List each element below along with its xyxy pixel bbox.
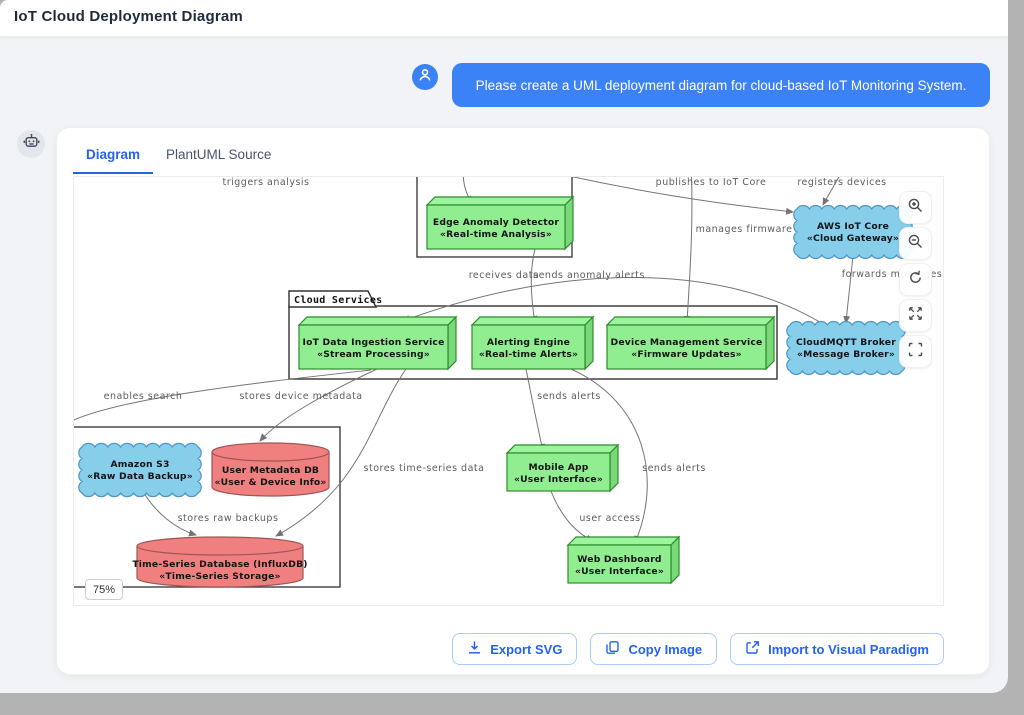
edge-label: publishes to IoT Core <box>656 177 767 188</box>
node-mobile-app: Mobile App«User Interface» <box>507 445 618 491</box>
zoom-controls <box>899 191 932 368</box>
node-label: «User & Device Info» <box>214 477 326 488</box>
expand-icon <box>907 305 924 327</box>
zoom-in-button[interactable] <box>899 191 932 224</box>
tab-diagram[interactable]: Diagram <box>73 138 153 174</box>
page: { "window": { "title": "IoT Cloud Deploy… <box>0 0 1024 715</box>
node-label: «User Interface» <box>575 566 664 577</box>
export-svg-button[interactable]: Export SVG <box>452 633 577 665</box>
node-label: Web Dashboard <box>577 554 661 565</box>
forwards-messages-edge <box>846 255 853 323</box>
node-amazon-s3: Amazon S3«Raw Data Backup» <box>79 443 201 496</box>
zoom-level-badge: 75% <box>85 579 123 600</box>
node-label: «Real-time Analysis» <box>440 229 552 240</box>
node-device-management-service: Device Management Service«Firmware Updat… <box>607 317 774 369</box>
uml-diagram-canvas[interactable]: Cloud ServicesEdge Anomaly Detector«Real… <box>74 177 944 606</box>
action-button-row: Export SVG Copy Image Import to Visual Par… <box>452 633 944 665</box>
user-avatar <box>412 64 438 90</box>
response-card: DiagramPlantUML Source Cloud Services Edg… <box>56 127 990 675</box>
edge-label: sends alerts <box>537 391 601 402</box>
copy-icon <box>605 640 620 658</box>
edge-label: manages firmware <box>696 224 793 235</box>
diagram-viewport[interactable]: Cloud ServicesEdge Anomaly Detector«Real… <box>73 176 944 606</box>
edge-label: stores raw backups <box>178 513 279 524</box>
download-icon <box>467 640 482 658</box>
node-label: User Metadata DB <box>222 465 319 476</box>
node-label: Amazon S3 <box>110 459 169 470</box>
node-label: «Real-time Alerts» <box>479 349 578 360</box>
edge-label: receives data <box>469 270 540 281</box>
tab-bar: DiagramPlantUML Source <box>73 138 284 174</box>
node-label: «Message Broker» <box>797 349 895 360</box>
node-cloudmqtt-broker: CloudMQTT Broker«Message Broker» <box>787 322 905 375</box>
zoom-in-icon <box>907 197 924 219</box>
edge-label: stores time-series data <box>364 463 485 474</box>
node-label: «Time-Series Storage» <box>159 571 280 582</box>
user-icon <box>417 67 433 88</box>
bot-avatar <box>17 130 45 158</box>
fit-screen-icon <box>907 341 924 363</box>
zoom-out-button[interactable] <box>899 227 932 260</box>
node-label: Edge Anomaly Detector <box>433 217 560 228</box>
external-link-icon <box>745 640 760 658</box>
edge-label: registers devices <box>797 177 886 188</box>
edge-label: sends anomaly alerts <box>533 270 645 281</box>
node-user-metadata-db: User Metadata DB«User & Device Info» <box>212 443 329 496</box>
app-window: IoT Cloud Deployment Diagram Please crea… <box>0 0 1008 693</box>
app-header: IoT Cloud Deployment Diagram <box>0 0 1008 37</box>
edge-label: stores device metadata <box>239 391 362 402</box>
edge-label: triggers analysis <box>222 177 309 188</box>
node-label: IoT Data Ingestion Service <box>302 337 444 348</box>
node-time-series-db: Time-Series Database (InfluxDB)«Time-Ser… <box>132 537 307 587</box>
package-label: Cloud Services <box>294 294 383 306</box>
reset-view-icon <box>907 269 924 291</box>
node-iot-data-ingestion-service: IoT Data Ingestion Service«Stream Proces… <box>299 317 456 369</box>
user-chat-bubble: Please create a UML deployment diagram f… <box>452 63 990 107</box>
expand-button[interactable] <box>899 299 932 332</box>
robot-icon <box>23 133 40 155</box>
sends-alerts-mobile-edge <box>526 369 543 451</box>
node-label: «Stream Processing» <box>317 349 430 360</box>
node-label: AWS IoT Core <box>817 221 889 232</box>
node-label: Mobile App <box>528 462 588 473</box>
fit-screen-button[interactable] <box>899 335 932 368</box>
import-to-visual-paradigm-button[interactable]: Import to Visual Paradigm <box>730 633 944 665</box>
node-label: Time-Series Database (InfluxDB) <box>132 559 307 570</box>
reset-view-button[interactable] <box>899 263 932 296</box>
node-label: «Cloud Gateway» <box>807 233 899 244</box>
node-label: «Firmware Updates» <box>631 349 742 360</box>
edge-label: user access <box>579 513 640 524</box>
copy-image-button[interactable]: Copy Image <box>590 633 717 665</box>
tab-plantuml-source[interactable]: PlantUML Source <box>153 138 284 174</box>
node-label: CloudMQTT Broker <box>796 337 896 348</box>
node-label: Device Management Service <box>611 337 763 348</box>
node-label: «User Interface» <box>514 474 603 485</box>
edge-label: enables search <box>104 391 183 402</box>
page-title: IoT Cloud Deployment Diagram <box>14 8 243 25</box>
node-edge-anomaly-detector: Edge Anomaly Detector«Real-time Analysis… <box>427 197 573 249</box>
node-alerting-engine: Alerting Engine«Real-time Alerts» <box>472 317 593 369</box>
node-label: Alerting Engine <box>487 337 570 348</box>
edge-label: sends alerts <box>642 463 706 474</box>
zoom-out-icon <box>907 233 924 255</box>
node-web-dashboard: Web Dashboard«User Interface» <box>568 537 679 583</box>
node-aws-iot-core: AWS IoT Core«Cloud Gateway» <box>794 206 912 259</box>
node-label: «Raw Data Backup» <box>87 471 193 482</box>
